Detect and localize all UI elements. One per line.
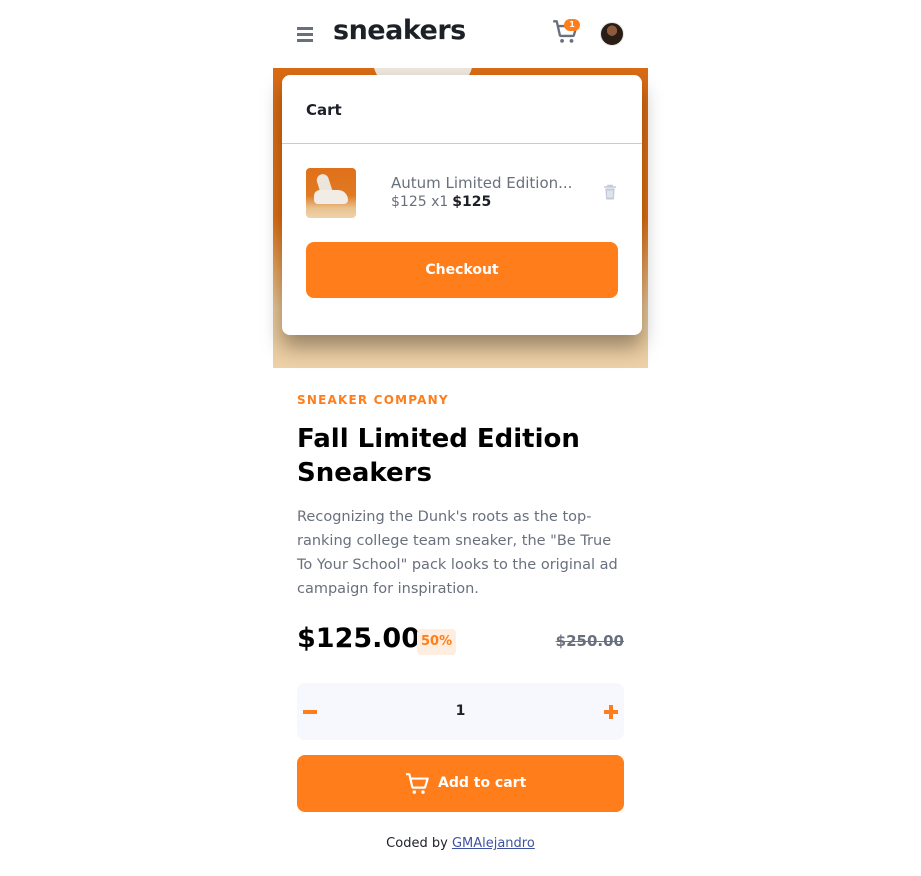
checkout-button[interactable]: Checkout xyxy=(306,242,618,298)
cart-item-total: $125 xyxy=(452,194,492,210)
company-label: SNEAKER COMPANY xyxy=(297,393,449,407)
cart-item-unit-qty: $125 x1 xyxy=(391,194,449,210)
add-to-cart-button[interactable]: Add to cart xyxy=(297,755,624,812)
author-link[interactable]: GMAlejandro xyxy=(452,836,535,851)
cart-title: Cart xyxy=(306,101,342,119)
header: sneakers 1 xyxy=(273,0,648,68)
current-price: $125.00 xyxy=(297,623,420,654)
quantity-value: 1 xyxy=(455,703,466,719)
discount-badge: 50% xyxy=(417,629,457,655)
footer-prefix: Coded by xyxy=(386,836,448,851)
cart-divider xyxy=(282,143,642,144)
cart-dropdown: Cart Autum Limited Edition... $125 x1 $12… xyxy=(282,75,642,335)
cart-icon xyxy=(406,773,429,794)
cart-item-name: Autum Limited Edition... xyxy=(391,174,573,192)
trash-icon[interactable] xyxy=(603,184,617,200)
cart-item-thumbnail xyxy=(306,168,356,218)
menu-icon[interactable] xyxy=(297,27,313,42)
avatar[interactable] xyxy=(600,22,624,46)
quantity-stepper: 1 xyxy=(297,683,624,740)
original-price: $250.00 xyxy=(555,632,624,650)
logo: sneakers xyxy=(333,15,466,46)
add-to-cart-label: Add to cart xyxy=(438,775,527,791)
footer: Coded by GMAlejandro xyxy=(273,836,648,851)
product-title: Fall Limited Edition Sneakers xyxy=(297,424,580,488)
cart-count-badge: 1 xyxy=(564,19,580,31)
plus-icon[interactable] xyxy=(603,704,619,720)
product-description: Recognizing the Dunk's roots as the top-… xyxy=(297,509,618,597)
app-container: sneakers 1 Cart Autum Limited Edition...… xyxy=(273,0,648,876)
cart-item-price: $125 x1 $125 xyxy=(391,194,491,210)
